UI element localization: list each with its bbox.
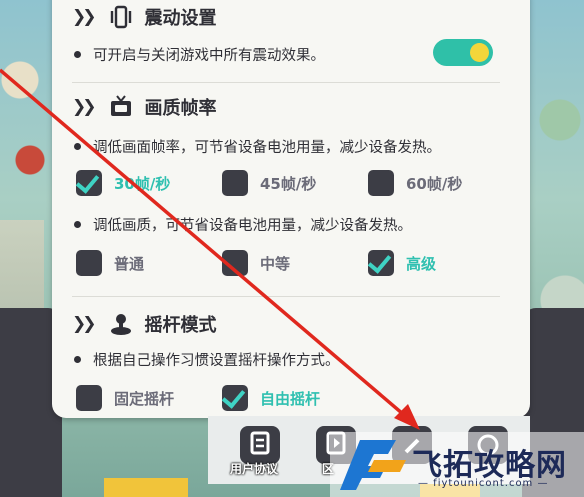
annotation-arrow bbox=[0, 68, 420, 430]
watermark-subtext: — fiytounicont.com — bbox=[418, 478, 549, 489]
